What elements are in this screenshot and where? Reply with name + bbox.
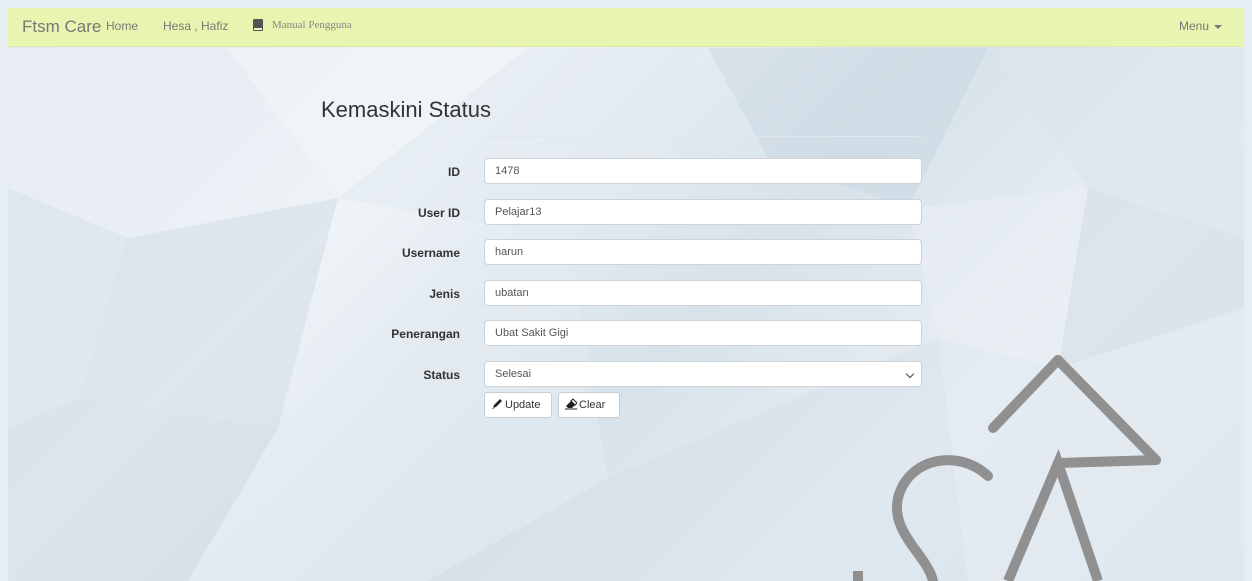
user-id-field[interactable]: Pelajar13 [484,199,922,225]
update-button-label: Update [505,399,541,411]
brand-link[interactable]: Ftsm Care [22,17,101,37]
title-divider [484,136,924,137]
chevron-down-icon [905,369,915,379]
update-button[interactable]: Update [484,392,552,418]
navbar: Ftsm Care Home Hesa , Hafiz Manual Pengg… [8,8,1244,47]
username-field[interactable]: harun [484,239,922,265]
status-selected-value: Selesai [495,368,532,380]
eraser-icon [565,398,577,410]
id-label: ID [448,165,460,179]
penerangan-label: Penerangan [391,327,460,341]
jenis-label: Jenis [429,287,460,301]
username-label: Username [401,246,460,260]
status-select[interactable]: Selesai [484,361,922,387]
clear-button-label: Clear [579,399,606,411]
menu-label: Menu [1178,19,1209,33]
nav-user-link[interactable]: Hesa , Hafiz [163,19,228,33]
manual-link[interactable]: Manual Pengguna [272,19,352,31]
user-id-label: User ID [417,206,460,220]
page-title: Kemaskini Status [321,97,491,122]
penerangan-field[interactable]: Ubat Sakit Gigi [484,320,922,346]
id-field[interactable]: 1478 [484,158,922,184]
nav-home-link[interactable]: Home [106,19,138,33]
page-frame: Ftsm Care Home Hesa , Hafiz Manual Pengg… [8,8,1244,581]
status-label: Status [423,368,460,382]
pencil-icon [492,399,502,409]
menu-dropdown[interactable]: Menu [1179,19,1222,33]
caret-down-icon [1214,24,1222,29]
book-icon[interactable] [253,19,263,31]
clear-button[interactable]: Clear [558,392,620,418]
jenis-field[interactable]: ubatan [484,280,922,306]
